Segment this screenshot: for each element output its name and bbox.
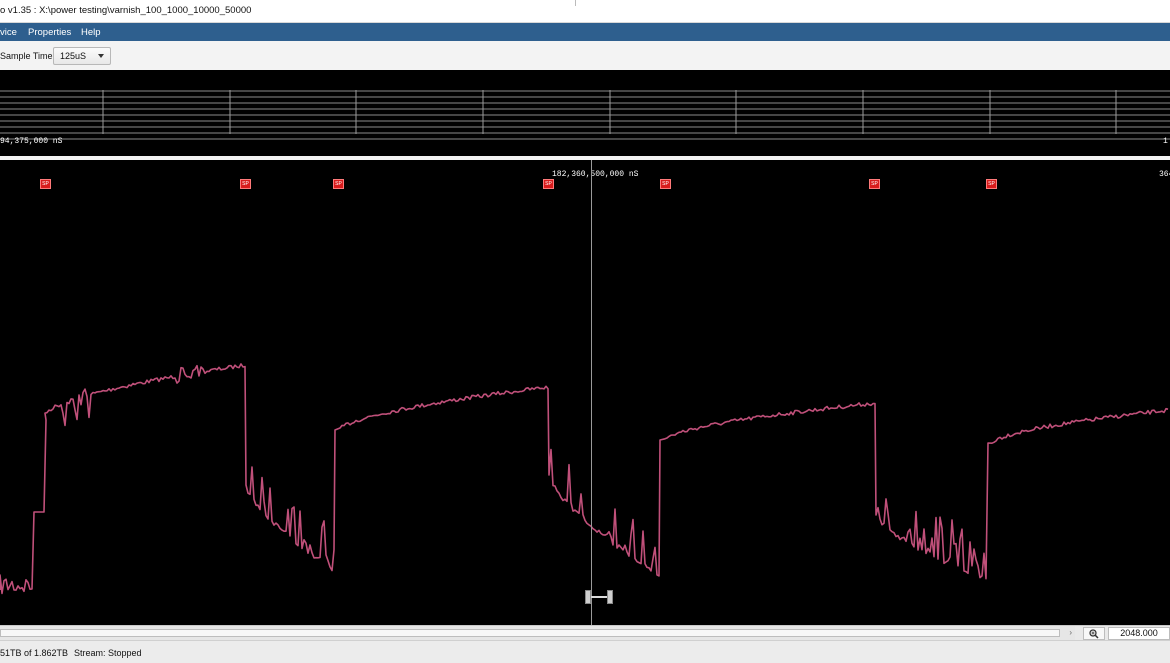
event-marker-icon[interactable]: SP (240, 179, 251, 189)
magnifier-zoom-icon (1089, 629, 1099, 639)
event-marker-icon[interactable]: SP (869, 179, 880, 189)
stream-status: Stream: Stopped (74, 648, 142, 658)
overview-right-timestamp: 1 (1163, 137, 1168, 146)
event-marker-icon[interactable]: SP (986, 179, 997, 189)
cursor-handle-bar (589, 596, 609, 598)
zoom-button[interactable] (1083, 627, 1105, 640)
cursor-drag-handle[interactable] (585, 590, 613, 604)
event-marker-icon[interactable]: SP (40, 179, 51, 189)
toolbar: Sample Time: 125uS (0, 41, 1170, 70)
menu-properties[interactable]: Properties (28, 27, 71, 38)
title-bar: o v1.35 : X:\power testing\varnish_100_1… (0, 0, 1170, 23)
sample-time-select[interactable]: 125uS (53, 47, 111, 65)
window-title: o v1.35 : X:\power testing\varnish_100_1… (0, 5, 252, 16)
storage-status: 51TB of 1.862TB (0, 648, 69, 658)
zoom-control: 2048.000 (1075, 625, 1170, 640)
overview-timeline[interactable]: 94,375,000 nS 1 (0, 70, 1170, 156)
current-trace-path (0, 363, 1169, 595)
scroll-right-arrow-icon[interactable]: › (1069, 628, 1072, 637)
zoom-value-field[interactable]: 2048.000 (1108, 627, 1170, 640)
scrollbar-track[interactable] (0, 629, 1060, 637)
scope-right-timestamp: 364 (1159, 170, 1170, 179)
event-marker-icon[interactable]: SP (543, 179, 554, 189)
cursor-handle-left[interactable] (585, 590, 591, 604)
sample-time-label: Sample Time: (0, 51, 56, 61)
cursor-timestamp: 182,360,500,000 nS (552, 170, 639, 179)
cursor-handle-right[interactable] (607, 590, 613, 604)
status-bar: 51TB of 1.862TB Stream: Stopped (0, 640, 1170, 663)
sample-time-value: 125uS (60, 51, 87, 61)
event-marker-icon[interactable]: SP (333, 179, 344, 189)
event-marker-icon[interactable]: SP (660, 179, 671, 189)
menu-bar: vice Properties Help (0, 23, 1170, 41)
horizontal-scrollbar[interactable]: › (0, 625, 1075, 640)
scope-waveform-view[interactable]: 182,360,500,000 nS 364 SP SP SP SP SP SP… (0, 160, 1170, 625)
overview-left-timestamp: 94,375,000 nS (0, 137, 63, 146)
menu-device[interactable]: vice (0, 27, 17, 38)
current-waveform-trace (0, 363, 1169, 595)
title-divider (575, 0, 576, 6)
chevron-down-icon (98, 54, 104, 58)
menu-help[interactable]: Help (81, 27, 101, 38)
overview-grid (0, 90, 1170, 140)
time-cursor-line[interactable] (591, 160, 592, 625)
